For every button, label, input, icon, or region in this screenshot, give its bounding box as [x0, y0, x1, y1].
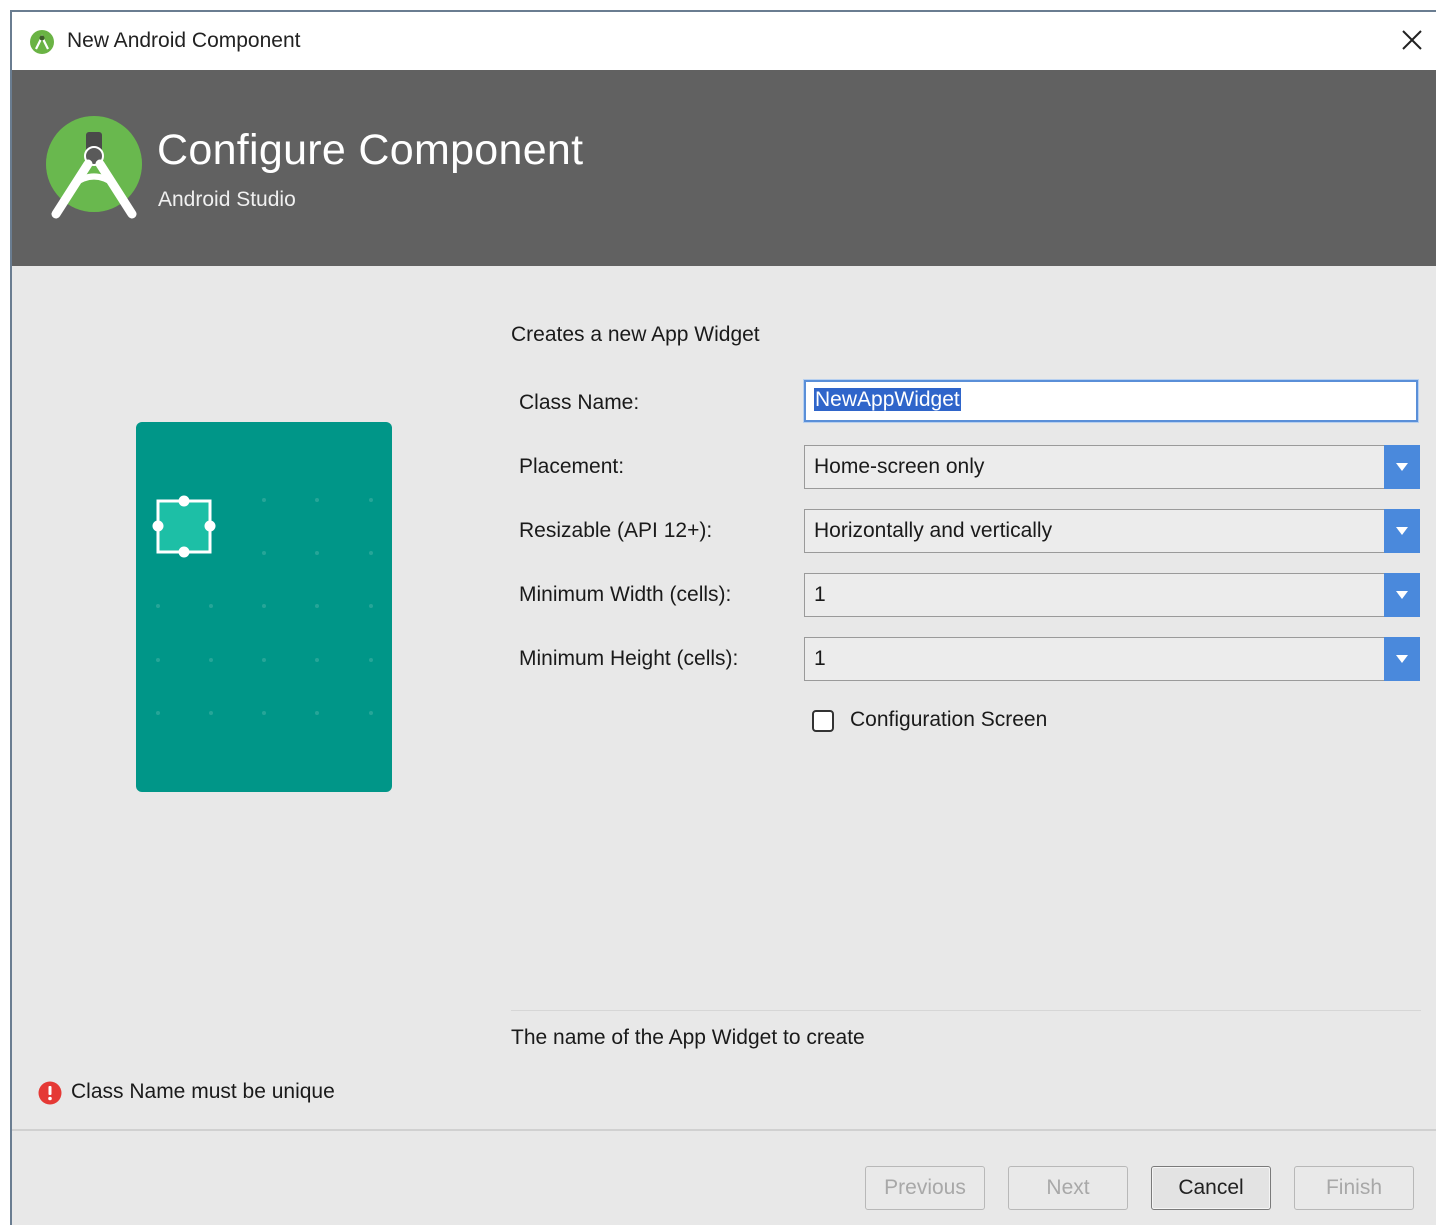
class-name-label: Class Name:: [519, 391, 640, 414]
chevron-down-icon: [1396, 527, 1408, 535]
error-message: Class Name must be unique: [71, 1080, 335, 1103]
min-width-select[interactable]: 1: [804, 573, 1420, 617]
finish-button[interactable]: Finish: [1294, 1166, 1414, 1210]
error-icon: [38, 1081, 62, 1105]
configuration-screen-label[interactable]: Configuration Screen: [850, 708, 1047, 732]
min-height-dropdown-button[interactable]: [1384, 637, 1420, 681]
class-name-value[interactable]: NewAppWidget: [814, 388, 961, 411]
chevron-down-icon: [1396, 591, 1408, 599]
previous-button[interactable]: Previous: [865, 1166, 985, 1210]
widget-grid-illustration: [152, 495, 373, 715]
component-description: Creates a new App Widget: [511, 323, 760, 346]
chevron-down-icon: [1396, 463, 1408, 471]
configuration-screen-checkbox[interactable]: [812, 710, 834, 732]
resizable-select[interactable]: Horizontally and vertically: [804, 509, 1420, 553]
resizable-label: Resizable (API 12+):: [519, 519, 713, 542]
help-divider: [511, 1010, 1421, 1011]
placement-label: Placement:: [519, 455, 625, 478]
widget-preview: [136, 422, 392, 792]
title-bar: New Android Component: [12, 12, 1436, 70]
min-height-select[interactable]: 1: [804, 637, 1420, 681]
page-title: Configure Component: [157, 126, 584, 174]
cancel-button[interactable]: Cancel: [1151, 1166, 1271, 1210]
resizable-value: Horizontally and vertically: [814, 519, 1053, 542]
min-width-value: 1: [814, 583, 826, 606]
resizable-dropdown-button[interactable]: [1384, 509, 1420, 553]
next-button[interactable]: Next: [1008, 1166, 1128, 1210]
close-button[interactable]: [1392, 20, 1432, 60]
page-subtitle: Android Studio: [158, 188, 296, 211]
min-width-dropdown-button[interactable]: [1384, 573, 1420, 617]
android-studio-icon: [30, 30, 54, 54]
android-studio-logo: [46, 116, 142, 219]
footer-divider: [12, 1129, 1436, 1131]
close-icon[interactable]: [1401, 29, 1423, 51]
dialog-window: New Android Component Configure Componen…: [10, 10, 1436, 1225]
placement-dropdown-button[interactable]: [1384, 445, 1420, 489]
chevron-down-icon: [1396, 655, 1408, 663]
field-help-text: The name of the App Widget to create: [511, 1026, 865, 1049]
min-height-value: 1: [814, 647, 826, 670]
class-name-input[interactable]: NewAppWidget: [804, 380, 1418, 422]
min-width-label: Minimum Width (cells):: [519, 583, 732, 606]
min-height-label: Minimum Height (cells):: [519, 647, 739, 670]
placement-select[interactable]: Home-screen only: [804, 445, 1420, 489]
window-title: New Android Component: [67, 29, 301, 52]
header-banner: Configure Component Android Studio: [12, 70, 1436, 266]
placement-value: Home-screen only: [814, 455, 985, 478]
